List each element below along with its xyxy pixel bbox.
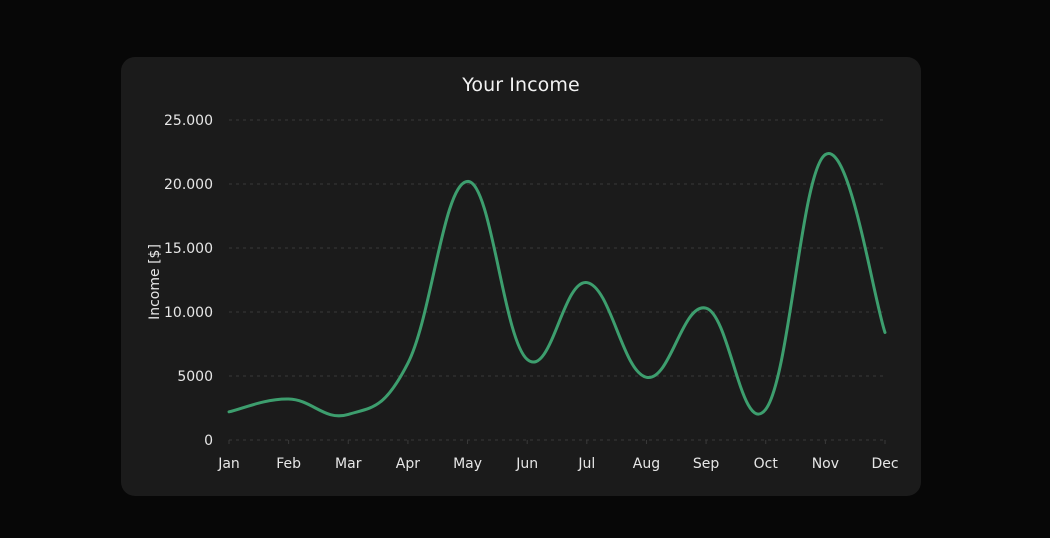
- x-tick-label: Jun: [515, 456, 538, 472]
- y-axis-title: Income [$]: [147, 244, 163, 320]
- x-tick-label: May: [453, 456, 482, 472]
- x-tick-label: Feb: [276, 456, 301, 472]
- x-tick-label: Jan: [217, 456, 240, 472]
- x-tick-label: Aug: [633, 456, 660, 472]
- y-tick-label: 5000: [177, 369, 213, 385]
- y-tick-label: 25.000: [164, 113, 213, 129]
- y-tick-label: 15.000: [164, 241, 213, 257]
- y-tick-label: 0: [204, 433, 213, 449]
- y-tick-label: 10.000: [164, 305, 213, 321]
- x-tick-label: Jul: [577, 456, 595, 472]
- y-tick-label: 20.000: [164, 177, 213, 193]
- income-line-chart: 0 5000 10.000 15.000 20.000 25.000 Jan Feb Mar Ap…: [147, 113, 899, 472]
- x-tick-label: Mar: [335, 456, 362, 472]
- x-tick-label: Sep: [693, 456, 720, 472]
- x-tick-label: Dec: [871, 456, 898, 472]
- x-tick-label: Oct: [754, 456, 779, 472]
- x-tick-label: Apr: [396, 456, 420, 472]
- x-tick-label: Nov: [812, 456, 839, 472]
